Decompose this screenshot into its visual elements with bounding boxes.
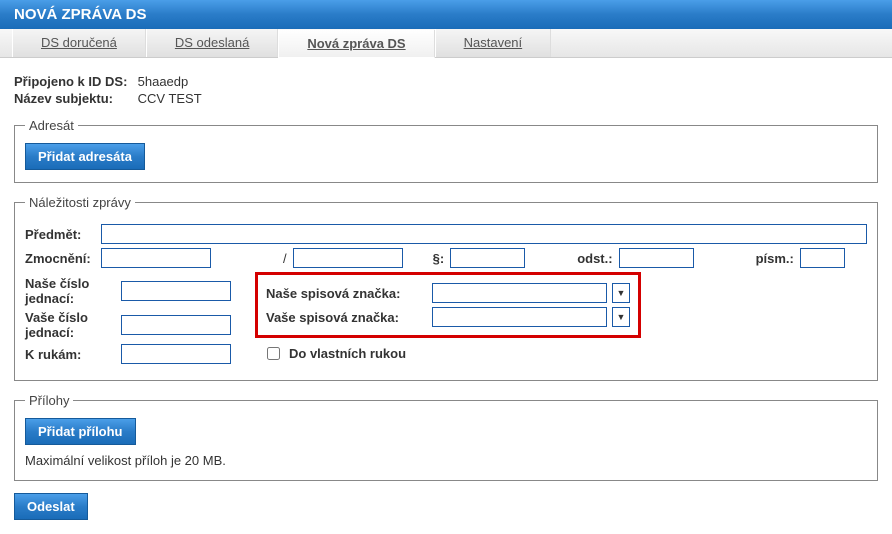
predmet-input[interactable] xyxy=(101,224,867,244)
paragraph-label: §: xyxy=(433,251,445,266)
highlight-box: Naše spisová značka: ▼ Vaše spisová znač… xyxy=(255,272,641,338)
conn-id-label: Připojeno k ID DS: xyxy=(14,74,134,89)
prilohy-fieldset: Přílohy Přidat přílohu Maximální velikos… xyxy=(14,393,878,481)
content-area: Připojeno k ID DS: 5haaedp Název subjekt… xyxy=(0,58,892,534)
vase-znacka-label: Vaše spisová značka: xyxy=(266,310,426,325)
pism-input[interactable] xyxy=(800,248,845,268)
page-title: NOVÁ ZPRÁVA DS xyxy=(14,6,147,23)
nase-cislo-label: Naše číslo jednací: xyxy=(25,276,115,306)
tab-bar: DS doručená DS odeslaná Nová zpráva DS N… xyxy=(0,29,892,58)
conn-subj-label: Název subjektu: xyxy=(14,91,134,106)
tab-nova[interactable]: Nová zpráva DS xyxy=(278,30,434,58)
odst-label: odst.: xyxy=(577,251,612,266)
conn-subj-row: Název subjektu: CCV TEST xyxy=(14,91,878,106)
adresat-legend: Adresát xyxy=(25,118,78,133)
send-button[interactable]: Odeslat xyxy=(14,493,88,520)
vlastni-rukou-checkbox[interactable] xyxy=(267,347,280,360)
nase-znacka-dropdown[interactable]: ▼ xyxy=(612,283,630,303)
nase-cislo-input[interactable] xyxy=(121,281,231,301)
zmocneni-input-2[interactable] xyxy=(293,248,403,268)
conn-id-row: Připojeno k ID DS: 5haaedp xyxy=(14,74,878,89)
pism-label: písm.: xyxy=(756,251,794,266)
k-rukam-input[interactable] xyxy=(121,344,231,364)
vase-znacka-input[interactable] xyxy=(432,307,607,327)
vase-znacka-dropdown[interactable]: ▼ xyxy=(612,307,630,327)
predmet-label: Předmět: xyxy=(25,227,95,242)
nase-znacka-input[interactable] xyxy=(432,283,607,303)
add-recipient-button[interactable]: Přidat adresáta xyxy=(25,143,145,170)
vase-cislo-input[interactable] xyxy=(121,315,231,335)
attachment-hint: Maximální velikost příloh je 20 MB. xyxy=(25,453,867,468)
prilohy-legend: Přílohy xyxy=(25,393,73,408)
vase-cislo-label: Vaše číslo jednací: xyxy=(25,310,115,340)
tab-odeslana[interactable]: DS odeslaná xyxy=(146,29,278,57)
adresat-fieldset: Adresát Přidat adresáta xyxy=(14,118,878,183)
k-rukam-label: K rukám: xyxy=(25,347,115,362)
paragraph-input[interactable] xyxy=(450,248,525,268)
vlastni-rukou-label: Do vlastních rukou xyxy=(289,346,406,361)
conn-id-value: 5haaedp xyxy=(138,74,189,89)
tab-nastaveni[interactable]: Nastavení xyxy=(435,29,552,57)
nalezitosti-fieldset: Náležitosti zprávy Předmět: Zmocnění: / … xyxy=(14,195,878,381)
zmocneni-label: Zmocnění: xyxy=(25,251,95,266)
slash-label: / xyxy=(283,251,287,266)
nalezitosti-legend: Náležitosti zprávy xyxy=(25,195,135,210)
tab-dorucena[interactable]: DS doručená xyxy=(12,29,146,57)
odst-input[interactable] xyxy=(619,248,694,268)
add-attachment-button[interactable]: Přidat přílohu xyxy=(25,418,136,445)
page-header: NOVÁ ZPRÁVA DS xyxy=(0,0,892,29)
conn-subj-value: CCV TEST xyxy=(138,91,202,106)
nase-znacka-label: Naše spisová značka: xyxy=(266,286,426,301)
zmocneni-input-1[interactable] xyxy=(101,248,211,268)
